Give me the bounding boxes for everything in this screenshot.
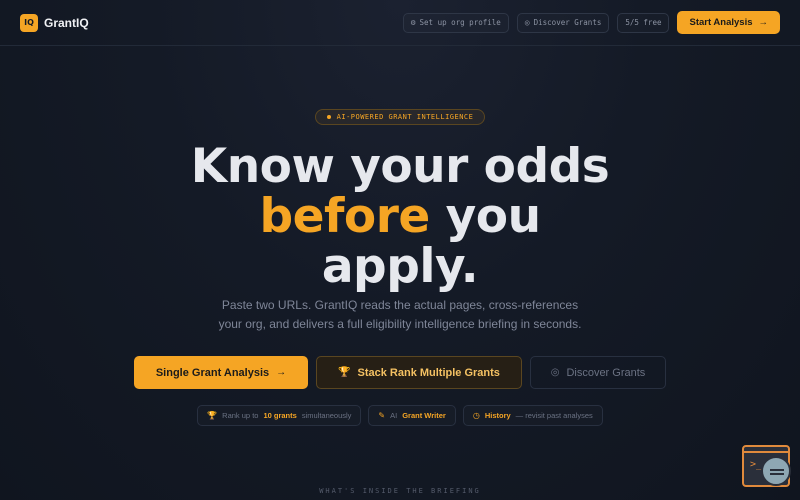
pencil-icon: ✎ bbox=[378, 411, 386, 420]
subtitle-line-2: your org, and delivers a full eligibilit… bbox=[218, 317, 582, 331]
dot-icon bbox=[326, 115, 331, 119]
quota-label: 5/5 free bbox=[625, 18, 662, 27]
header-nav: ⚙ Set up org profile ◎ Discover Grants 5… bbox=[402, 11, 780, 34]
discover-grants-label: Discover Grants bbox=[533, 18, 602, 27]
compass-icon: ◎ bbox=[550, 367, 560, 378]
gear-icon: ⚙ bbox=[410, 18, 416, 27]
stack-rank-button[interactable]: 🏆 Stack Rank Multiple Grants bbox=[316, 356, 522, 389]
headline-line-2-rest: you bbox=[445, 189, 541, 244]
chip-writer-pre: AI bbox=[390, 411, 398, 420]
start-analysis-button[interactable]: Start Analysis → bbox=[677, 11, 780, 34]
clock-icon: ◷ bbox=[472, 411, 480, 420]
subtitle-line-1: Paste two URLs. GrantIQ reads the actual… bbox=[221, 298, 579, 312]
arrow-right-icon: → bbox=[758, 17, 769, 28]
logo-icon: IQ bbox=[20, 13, 38, 32]
setup-org-profile-link[interactable]: ⚙ Set up org profile bbox=[402, 12, 509, 33]
discover-grants-button[interactable]: ◎ Discover Grants bbox=[530, 356, 666, 389]
widget-bar bbox=[744, 447, 788, 453]
single-grant-analysis-button[interactable]: Single Grant Analysis → bbox=[134, 356, 308, 389]
single-grant-analysis-label: Single Grant Analysis bbox=[155, 366, 270, 379]
chip-rank[interactable]: 🏆 Rank up to 10 grants simultaneously bbox=[197, 405, 362, 426]
discover-grants-button-label: Discover Grants bbox=[566, 366, 646, 379]
arrow-right-icon: → bbox=[276, 367, 287, 378]
hero-subtitle: Paste two URLs. GrantIQ reads the actual… bbox=[200, 296, 600, 334]
compass-icon: ◎ bbox=[524, 18, 530, 27]
discover-grants-link[interactable]: ◎ Discover Grants bbox=[516, 12, 610, 33]
headline-accent: before bbox=[259, 189, 430, 244]
cta-row: Single Grant Analysis → 🏆 Stack Rank Mul… bbox=[0, 356, 800, 389]
brand-name: GrantIQ bbox=[44, 15, 89, 30]
trophy-icon: 🏆 bbox=[338, 367, 351, 378]
stack-rank-label: Stack Rank Multiple Grants bbox=[357, 366, 500, 379]
trophy-icon: 🏆 bbox=[207, 411, 218, 420]
chip-rank-highlight: 10 grants bbox=[263, 411, 297, 420]
section-label: WHAT'S INSIDE THE BRIEFING bbox=[319, 487, 481, 495]
chip-history-post: — revisit past analyses bbox=[515, 411, 593, 420]
chip-writer-highlight: Grant Writer bbox=[402, 411, 446, 420]
headline-line-1: Know your odds bbox=[190, 139, 610, 194]
chip-history[interactable]: ◷ History — revisit past analyses bbox=[462, 405, 603, 426]
chip-rank-post: simultaneously bbox=[301, 411, 352, 420]
headline-line-2: before you bbox=[0, 192, 800, 242]
chip-grant-writer[interactable]: ✎ AI Grant Writer bbox=[368, 405, 456, 426]
quota-badge: 5/5 free bbox=[617, 12, 670, 33]
menu-lines-icon bbox=[770, 469, 784, 471]
setup-org-profile-label: Set up org profile bbox=[419, 18, 501, 27]
start-analysis-label: Start Analysis bbox=[689, 17, 753, 28]
brand[interactable]: IQ GrantIQ bbox=[20, 13, 89, 32]
hero-headline: Know your odds before you apply. bbox=[0, 142, 800, 292]
feature-chips: 🏆 Rank up to 10 grants simultaneously ✎ … bbox=[0, 405, 800, 426]
chip-rank-pre: Rank up to bbox=[222, 411, 259, 420]
headline-line-3: apply. bbox=[321, 239, 479, 294]
top-bar: IQ GrantIQ ⚙ Set up org profile ◎ Discov… bbox=[0, 0, 800, 46]
hero-badge-label: AI-POWERED GRANT INTELLIGENCE bbox=[336, 113, 474, 121]
chat-launcher-icon[interactable] bbox=[761, 456, 791, 486]
hero-badge: AI-POWERED GRANT INTELLIGENCE bbox=[315, 109, 485, 125]
chip-history-highlight: History bbox=[484, 411, 511, 420]
